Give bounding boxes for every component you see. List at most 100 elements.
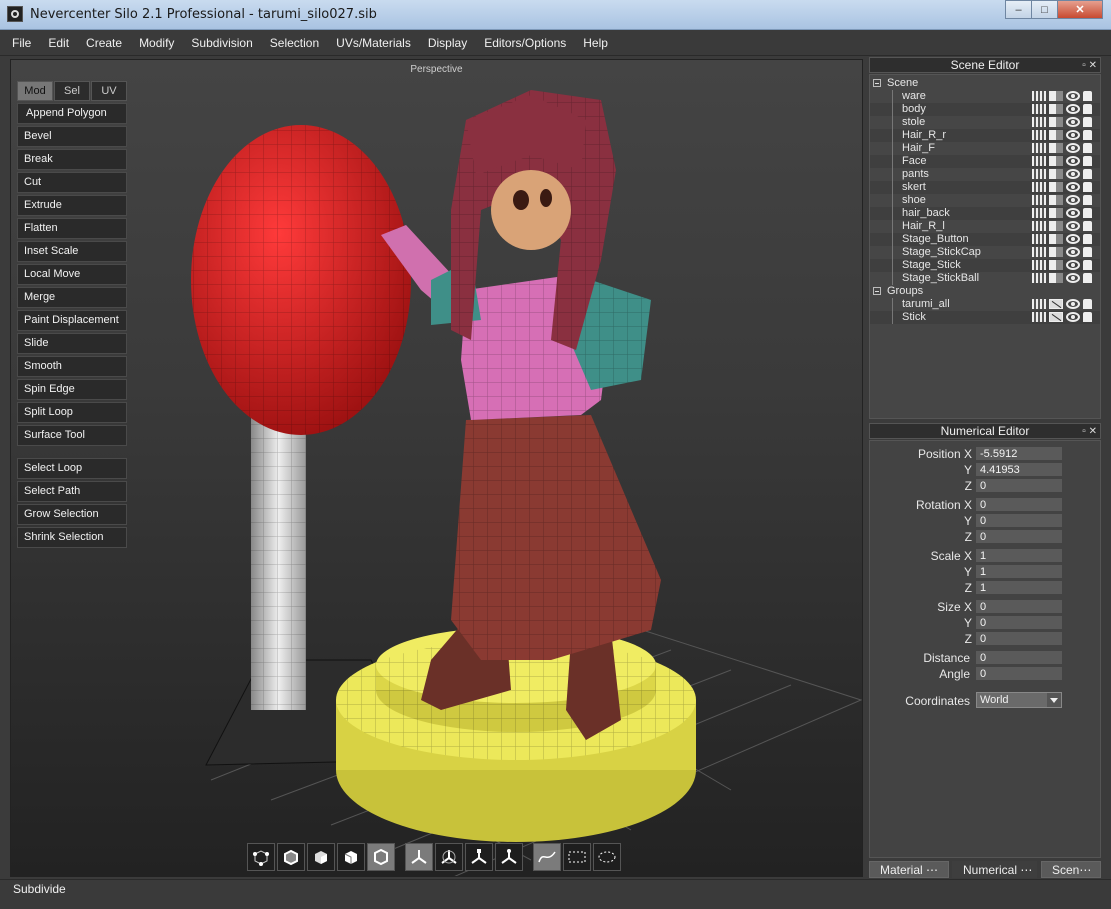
shading-toggle-icon[interactable] [1032, 195, 1046, 205]
object-mode-icon[interactable] [337, 843, 365, 871]
lock-icon[interactable] [1083, 195, 1092, 205]
wire-toggle-icon[interactable] [1049, 299, 1063, 309]
object-row-hair-f[interactable]: Hair_F [870, 142, 1100, 155]
move-manipulator-icon[interactable] [405, 843, 433, 871]
paint-select-icon[interactable] [593, 843, 621, 871]
display-toggle-icon[interactable] [1049, 117, 1063, 127]
face-mode-icon[interactable] [307, 843, 335, 871]
lasso-select-icon[interactable] [533, 843, 561, 871]
lock-icon[interactable] [1083, 130, 1092, 140]
lock-icon[interactable] [1083, 117, 1092, 127]
menu-display[interactable]: Display [428, 36, 467, 50]
distance-field[interactable]: 0 [976, 651, 1062, 664]
tab-scene[interactable]: Scen⋯ [1041, 861, 1101, 878]
cut-button[interactable]: Cut [17, 172, 127, 193]
coordinates-select[interactable]: World [976, 692, 1062, 708]
lock-icon[interactable] [1083, 299, 1092, 309]
object-row-stole[interactable]: stole [870, 116, 1100, 129]
display-toggle-icon[interactable] [1049, 182, 1063, 192]
menu-uvs-materials[interactable]: UVs/Materials [336, 36, 411, 50]
object-row-stage-button[interactable]: Stage_Button [870, 233, 1100, 246]
scale-z-field[interactable]: 1 [976, 581, 1062, 594]
size-x-field[interactable]: 0 [976, 600, 1062, 613]
object-row-body[interactable]: body [870, 103, 1100, 116]
panel-close-icon[interactable]: ▫ ✕ [1082, 425, 1097, 439]
visibility-eye-icon[interactable] [1066, 182, 1080, 192]
scale-y-field[interactable]: 1 [976, 565, 1062, 578]
select-loop-button[interactable]: Select Loop [17, 458, 127, 479]
visibility-eye-icon[interactable] [1066, 169, 1080, 179]
rotate-manipulator-icon[interactable] [435, 843, 463, 871]
vertex-mode-icon[interactable] [247, 843, 275, 871]
merge-button[interactable]: Merge [17, 287, 127, 308]
object-row-ware[interactable]: ware [870, 90, 1100, 103]
display-toggle-icon[interactable] [1049, 247, 1063, 257]
lock-icon[interactable] [1083, 312, 1092, 322]
menu-file[interactable]: File [12, 36, 31, 50]
break-button[interactable]: Break [17, 149, 127, 170]
menu-modify[interactable]: Modify [139, 36, 174, 50]
menu-selection[interactable]: Selection [270, 36, 319, 50]
menu-subdivision[interactable]: Subdivision [191, 36, 252, 50]
wire-toggle-icon[interactable] [1049, 312, 1063, 322]
display-toggle-icon[interactable] [1049, 221, 1063, 231]
display-toggle-icon[interactable] [1049, 143, 1063, 153]
display-toggle-icon[interactable] [1049, 104, 1063, 114]
maximize-button[interactable]: □ [1031, 0, 1058, 19]
shading-toggle-icon[interactable] [1032, 182, 1046, 192]
menu-help[interactable]: Help [583, 36, 608, 50]
perspective-viewport[interactable]: Perspective Mod Sel UV Append Polygon Be… [10, 59, 863, 877]
grow-selection-button[interactable]: Grow Selection [17, 504, 127, 525]
surface-tool-button[interactable]: Surface Tool [17, 425, 127, 446]
object-row-stage-stickcap[interactable]: Stage_StickCap [870, 246, 1100, 259]
lock-icon[interactable] [1083, 91, 1092, 101]
visibility-eye-icon[interactable] [1066, 260, 1080, 270]
shading-toggle-icon[interactable] [1032, 234, 1046, 244]
display-toggle-icon[interactable] [1049, 273, 1063, 283]
visibility-eye-icon[interactable] [1066, 221, 1080, 231]
spin-edge-button[interactable]: Spin Edge [17, 379, 127, 400]
object-row-hair-back[interactable]: hair_back [870, 207, 1100, 220]
smooth-button[interactable]: Smooth [17, 356, 127, 377]
shading-toggle-icon[interactable] [1032, 91, 1046, 101]
shading-toggle-icon[interactable] [1032, 260, 1046, 270]
tab-numerical[interactable]: Numerical ⋯ [952, 861, 1037, 878]
shading-toggle-icon[interactable] [1032, 299, 1046, 309]
shrink-selection-button[interactable]: Shrink Selection [17, 527, 127, 548]
universal-manipulator-icon[interactable] [495, 843, 523, 871]
shading-toggle-icon[interactable] [1032, 130, 1046, 140]
scale-manipulator-icon[interactable] [465, 843, 493, 871]
bevel-button[interactable]: Bevel [17, 126, 127, 147]
object-row-stage-stick[interactable]: Stage_Stick [870, 259, 1100, 272]
lock-icon[interactable] [1083, 273, 1092, 283]
box-select-icon[interactable] [563, 843, 591, 871]
scale-x-field[interactable]: 1 [976, 549, 1062, 562]
lock-icon[interactable] [1083, 104, 1092, 114]
display-toggle-icon[interactable] [1049, 130, 1063, 140]
object-row-stage-stickball[interactable]: Stage_StickBall [870, 272, 1100, 285]
angle-field[interactable]: 0 [976, 667, 1062, 680]
display-toggle-icon[interactable] [1049, 195, 1063, 205]
shading-toggle-icon[interactable] [1032, 273, 1046, 283]
size-y-field[interactable]: 0 [976, 616, 1062, 629]
close-button[interactable]: ✕ [1057, 0, 1103, 19]
shading-toggle-icon[interactable] [1032, 221, 1046, 231]
menu-edit[interactable]: Edit [48, 36, 69, 50]
visibility-eye-icon[interactable] [1066, 91, 1080, 101]
tab-material[interactable]: Material ⋯ [869, 861, 949, 878]
display-toggle-icon[interactable] [1049, 91, 1063, 101]
object-row-shoe[interactable]: shoe [870, 194, 1100, 207]
paint-displacement-button[interactable]: Paint Displacement [17, 310, 127, 331]
tree-root-groups[interactable]: Groups [870, 285, 1100, 298]
object-row-hair-r-r[interactable]: Hair_R_r [870, 129, 1100, 142]
select-path-button[interactable]: Select Path [17, 481, 127, 502]
lock-icon[interactable] [1083, 156, 1092, 166]
shading-toggle-icon[interactable] [1032, 104, 1046, 114]
object-row-hair-r-l[interactable]: Hair_R_l [870, 220, 1100, 233]
group-row-tarumi-all[interactable]: tarumi_all [870, 298, 1100, 311]
visibility-eye-icon[interactable] [1066, 195, 1080, 205]
append-polygon-button[interactable]: Append Polygon [17, 103, 127, 124]
rotation-z-field[interactable]: 0 [976, 530, 1062, 543]
visibility-eye-icon[interactable] [1066, 156, 1080, 166]
lock-icon[interactable] [1083, 247, 1092, 257]
